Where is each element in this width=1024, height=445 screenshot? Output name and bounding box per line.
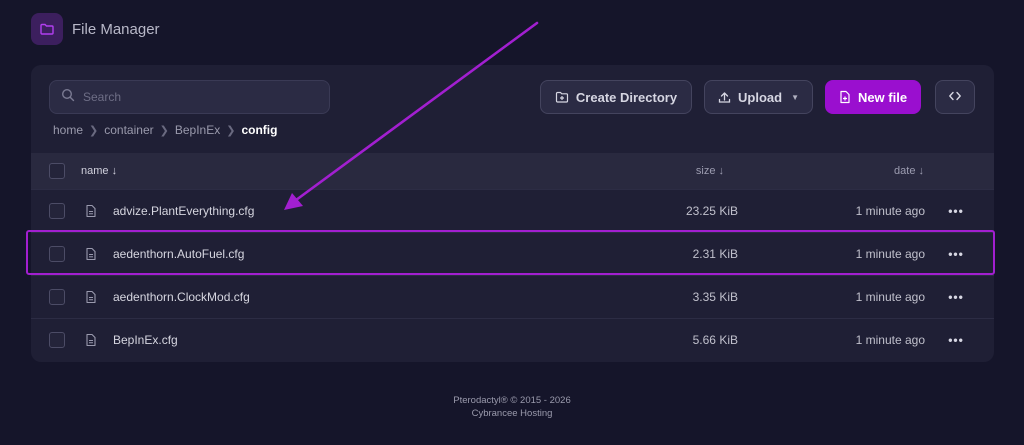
footer: Pterodactyl® © 2015 - 2026 Cybrancee Hos…	[0, 394, 1024, 420]
footer-hosting: Cybrancee Hosting	[471, 408, 553, 419]
annotation-arrow-icon	[284, 21, 539, 210]
footer-copyright: Pterodactyl® © 2015 - 2026	[453, 395, 571, 406]
